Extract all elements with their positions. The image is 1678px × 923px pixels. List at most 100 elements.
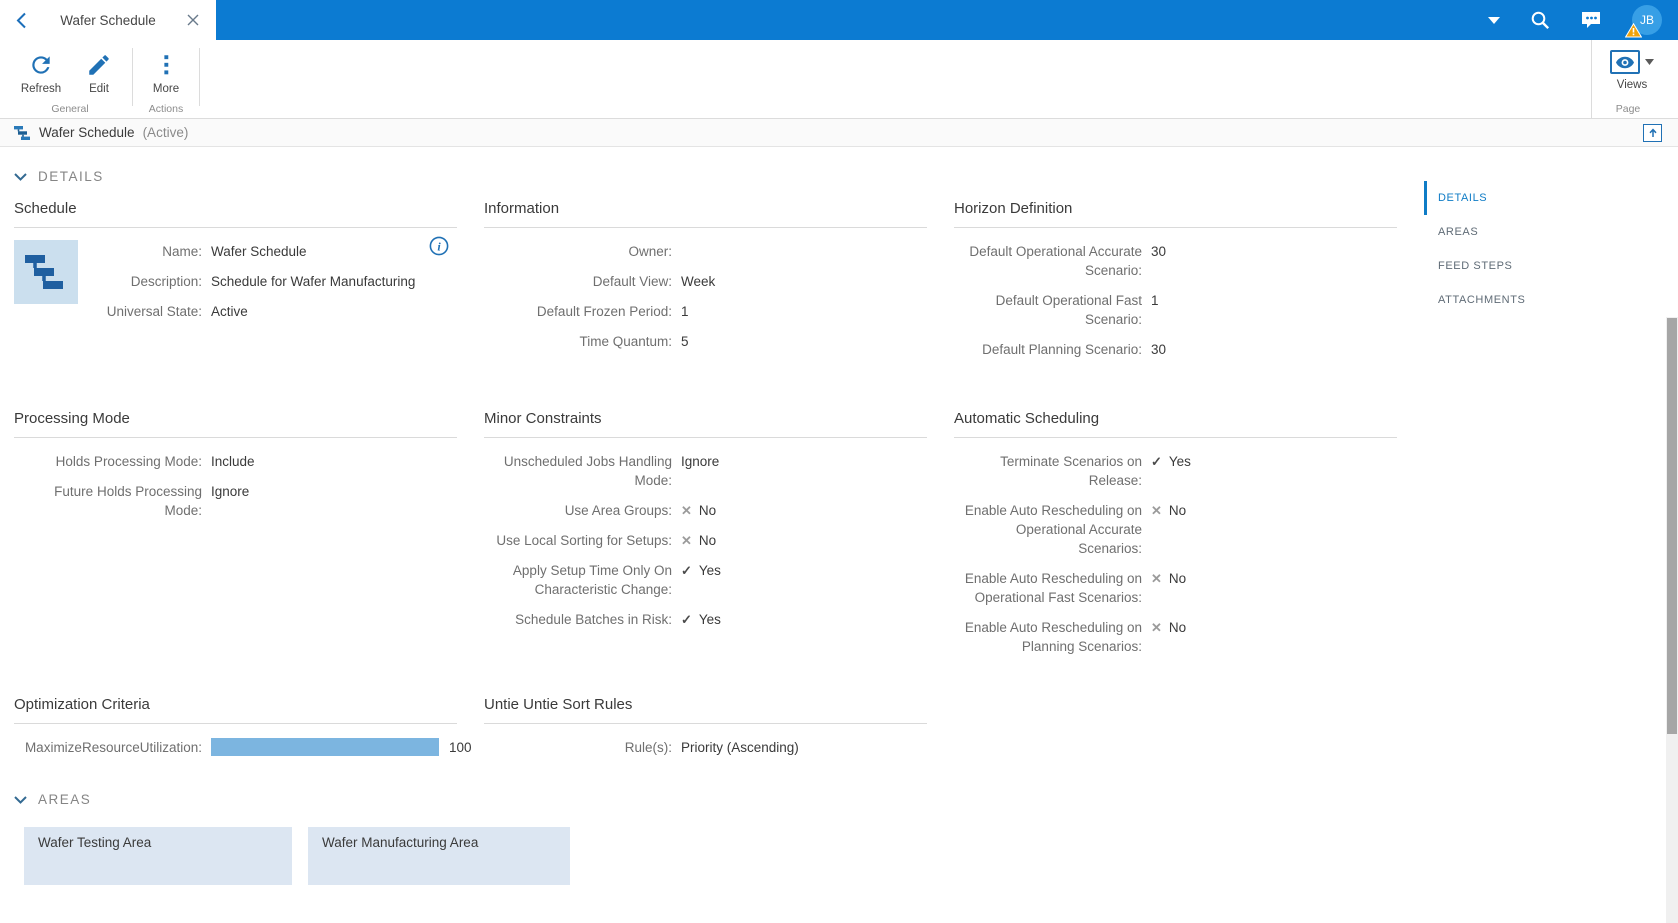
refresh-button[interactable]: Refresh: [12, 48, 70, 95]
views-button[interactable]: Views: [1610, 48, 1654, 100]
field-value: 30: [1151, 340, 1397, 359]
value-text: No: [698, 502, 717, 518]
field-row: Schedule Batches in Risk: ✓ Yes: [484, 604, 927, 634]
page-title-bar: Wafer Schedule (Active): [0, 119, 1678, 147]
schedule-thumbnail: [14, 240, 78, 304]
value-text: Yes: [698, 611, 721, 627]
toolbar: Refresh Edit General More Actions Views …: [0, 40, 1678, 119]
field-value: Schedule for Wafer Manufacturing: [211, 272, 457, 291]
field-label: Enable Auto Rescheduling on Operational …: [964, 570, 1142, 605]
field-row: Enable Auto Rescheduling on Planning Sce…: [954, 612, 1397, 661]
info-icon[interactable]: i: [429, 236, 449, 261]
top-bar: Wafer Schedule JB: [0, 0, 1678, 40]
eye-box: [1610, 50, 1640, 74]
field-value: ✕ No: [681, 531, 927, 550]
tab-close-button[interactable]: [182, 9, 204, 31]
eye-icon: [1616, 56, 1634, 68]
field-label: Unscheduled Jobs Handling Mode:: [503, 453, 672, 488]
toolbar-group-general: Refresh Edit General: [8, 40, 132, 118]
field-row: Owner:: [484, 236, 927, 266]
toolbar-group-label: General: [51, 103, 89, 115]
field-value: Ignore: [211, 482, 457, 501]
chevron-down-icon: [14, 795, 27, 804]
field-value: ✕ No: [1151, 618, 1397, 637]
refresh-label: Refresh: [20, 83, 62, 95]
value-text: 1: [1151, 292, 1159, 308]
more-icon: [164, 55, 169, 75]
field-label: Use Local Sorting for Setups:: [496, 532, 672, 548]
page-state: (Active): [142, 125, 189, 140]
field-label: Owner:: [628, 243, 672, 259]
back-button[interactable]: [8, 7, 34, 33]
toolbar-right: Views Page: [1591, 40, 1664, 118]
chevron-left-icon: [16, 12, 26, 28]
field-label: Default Operational Fast Scenario:: [995, 292, 1142, 327]
areas-block: AREAS Wafer Testing Area Wafer Manufactur…: [14, 792, 1678, 885]
field-label: Holds Processing Mode:: [55, 453, 202, 469]
value-text: No: [1168, 502, 1187, 518]
collapse-header-button[interactable]: [1643, 123, 1662, 142]
group-untie-untie-sort-rules: Untie Untie Sort Rules Rule(s): Priority (…: [484, 696, 927, 762]
value-text: Priority (Ascending): [681, 739, 799, 755]
topbar-actions: JB: [216, 0, 1678, 40]
edit-button[interactable]: Edit: [70, 48, 128, 95]
field-label: Default Operational Accurate Scenario:: [969, 243, 1142, 278]
arrow-up-icon: [1648, 128, 1657, 137]
value-text: 1: [681, 303, 689, 319]
user-avatar[interactable]: JB: [1625, 5, 1662, 38]
tab-strip: Wafer Schedule: [0, 0, 216, 40]
scrollbar-thumb[interactable]: [1667, 318, 1677, 734]
field-row: Name: Wafer Schedule: [14, 236, 457, 266]
group-title: Information: [484, 200, 927, 228]
more-button[interactable]: More: [137, 48, 195, 95]
area-tiles: Wafer Testing Area Wafer Manufacturing Ar…: [24, 827, 1678, 885]
field-label: Default View:: [592, 273, 672, 289]
caret-down-icon: [1488, 16, 1500, 24]
areas-section-header[interactable]: AREAS: [14, 792, 1678, 807]
field-label: Apply Setup Time Only On Characteristic …: [512, 562, 672, 597]
field-value: Priority (Ascending): [681, 738, 927, 757]
value-text: Ignore: [681, 453, 720, 469]
field-row: Holds Processing Mode: Include: [14, 446, 457, 476]
field-value: 30: [1151, 242, 1397, 261]
caret-down-icon: [1645, 59, 1654, 65]
value-text: No: [698, 532, 717, 548]
nav-item-feed-steps[interactable]: FEED STEPS: [1424, 249, 1614, 283]
field-value: 100: [211, 737, 472, 757]
group-title: Schedule: [14, 200, 457, 228]
nav-item-attachments[interactable]: ATTACHMENTS: [1424, 283, 1614, 317]
group-information: Information Owner: Default View: Week Defaul…: [484, 200, 927, 410]
warning-icon: [1625, 23, 1642, 38]
check-icon: ✓: [681, 562, 692, 578]
value-text: Ignore: [211, 483, 250, 499]
area-tile[interactable]: Wafer Manufacturing Area: [308, 827, 570, 885]
field-label: Rule(s):: [624, 739, 672, 755]
field-label: Schedule Batches in Risk:: [515, 611, 672, 627]
field-value: ✕ No: [1151, 501, 1397, 520]
check-icon: ✓: [681, 611, 692, 627]
field-row: Default Frozen Period: 1: [484, 296, 927, 326]
toolbar-left: Refresh Edit General More Actions: [0, 40, 200, 118]
field-row: Default Planning Scenario: 30: [954, 334, 1397, 364]
area-tile[interactable]: Wafer Testing Area: [24, 827, 292, 885]
notifications-button[interactable]: [1580, 10, 1602, 30]
search-button[interactable]: [1530, 10, 1550, 30]
toolbar-group-actions: More Actions: [133, 40, 199, 118]
value-text: Include: [211, 453, 255, 469]
active-tab-title[interactable]: Wafer Schedule: [34, 13, 182, 28]
nav-item-areas[interactable]: AREAS: [1424, 215, 1614, 249]
cross-icon: ✕: [1151, 619, 1162, 635]
value-text: No: [1168, 570, 1187, 586]
cross-icon: ✕: [681, 532, 692, 548]
group-title: Untie Untie Sort Rules: [484, 696, 927, 724]
value-text: 100: [449, 739, 472, 755]
edit-icon: [89, 55, 109, 75]
cross-icon: ✕: [681, 502, 692, 518]
main-content: DETAILS Schedule i Name: Wafer Schedule De…: [0, 169, 1678, 923]
more-panels-button[interactable]: [1488, 16, 1500, 24]
field-value: ✓ Yes: [1151, 452, 1397, 471]
group-schedule: Schedule i Name: Wafer Schedule Descriptio…: [14, 200, 457, 410]
nav-item-details[interactable]: DETAILS: [1424, 181, 1614, 215]
field-row: Enable Auto Rescheduling on Operational …: [954, 495, 1397, 563]
field-value: Ignore: [681, 452, 927, 471]
